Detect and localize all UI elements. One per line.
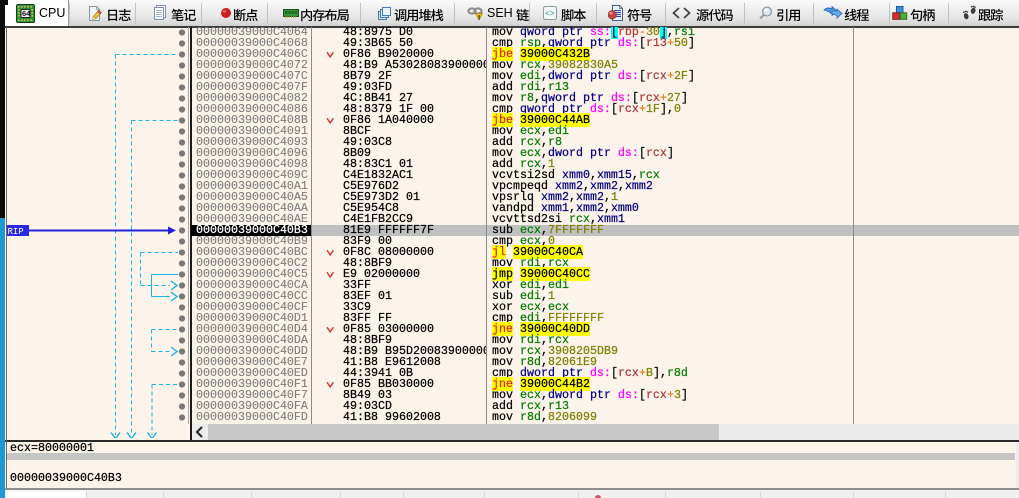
- svg-text:64: 64: [22, 9, 31, 18]
- svg-text:<>: <>: [545, 10, 555, 19]
- svg-text:RIP: RIP: [8, 227, 24, 237]
